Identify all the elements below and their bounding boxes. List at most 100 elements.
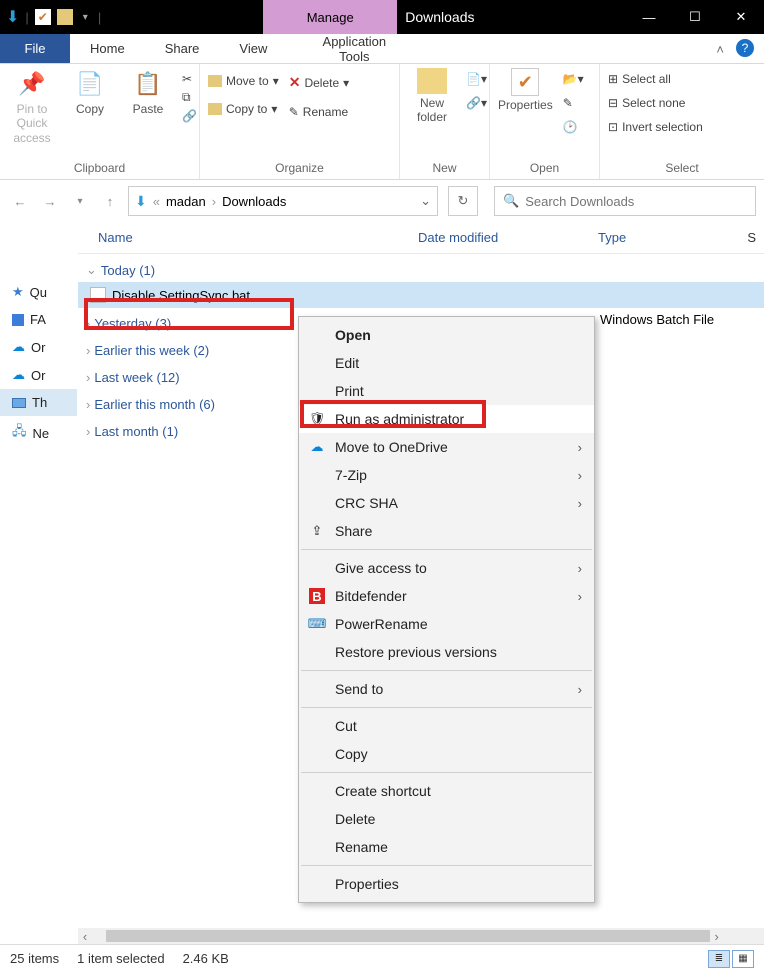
menu-give-access[interactable]: Give access to› [299,554,594,582]
navigation-pane: ★Qu FA ☁Or ☁Or Th 🖧Ne [0,222,78,926]
menu-properties[interactable]: Properties [299,870,594,898]
help-icon[interactable]: ? [736,39,754,57]
checkmark-icon[interactable]: ✔ [35,9,51,25]
delete-label: Delete [304,76,339,90]
menu-create-shortcut[interactable]: Create shortcut [299,777,594,805]
menu-cut[interactable]: Cut [299,712,594,740]
paste-button[interactable]: 📋 Paste [124,68,172,116]
folder-icon [208,103,222,115]
menu-share[interactable]: ⇪Share [299,517,594,545]
group-today[interactable]: ⌄Today (1) [78,254,764,282]
invert-selection-button[interactable]: ⊡Invert selection [608,120,703,134]
manage-tab[interactable]: Manage [263,0,397,34]
navigation-row: ← → ▾ ↑ ⬇ « madan › Downloads ⌄ ↻ 🔍 [0,180,764,222]
select-all-button[interactable]: ⊞Select all [608,72,703,86]
move-to-label: Move to [226,74,269,88]
search-box[interactable]: 🔍 [494,186,756,216]
sidebar-item-quick-access[interactable]: ★Qu [0,278,77,306]
breadcrumb-segment[interactable]: Downloads [222,194,286,209]
delete-button[interactable]: ✕Delete▾ [289,74,349,91]
address-dropdown-icon[interactable]: ⌄ [420,193,431,209]
menu-restore-versions[interactable]: Restore previous versions [299,638,594,666]
history-dropdown[interactable]: ▾ [68,189,92,213]
column-date[interactable]: Date modified [418,230,598,245]
select-all-icon: ⊞ [608,72,618,86]
sidebar-item-onedrive2[interactable]: ☁Or [0,361,77,389]
submenu-arrow-icon: › [578,589,582,604]
sidebar-item-onedrive[interactable]: ☁Or [0,333,77,361]
properties-button[interactable]: ✔ Properties [498,68,553,112]
share-tab[interactable]: Share [145,34,220,63]
file-type-cell: Windows Batch File [600,312,714,327]
scroll-left-icon[interactable]: ‹ [78,929,92,944]
menu-open[interactable]: Open [299,321,594,349]
new-folder-button[interactable]: New folder [408,68,456,125]
paste-shortcut-icon[interactable]: 🔗 [182,109,197,123]
sidebar-item-network[interactable]: 🖧Ne [0,416,77,450]
group-label: Earlier this month (6) [94,397,215,412]
menu-copy[interactable]: Copy [299,740,594,768]
application-tools-tab[interactable]: Application Tools [287,34,421,63]
sidebar-item-this-pc[interactable]: Th [0,389,77,416]
quick-access-arrow-icon[interactable]: ⬇ [6,7,19,27]
forward-button[interactable]: → [38,189,62,213]
minimize-button[interactable]: — [626,0,672,34]
rename-button[interactable]: ✎Rename [289,105,349,119]
copy-label: Copy [76,102,104,116]
cut-icon[interactable]: ✂ [182,72,197,86]
folder-icon[interactable] [57,9,73,25]
move-to-button[interactable]: Move to▾ [208,74,279,88]
easy-access-icon[interactable]: 🔗▾ [466,96,487,110]
copy-button[interactable]: 📄 Copy [66,68,114,116]
menu-delete[interactable]: Delete [299,805,594,833]
menu-crc-sha[interactable]: CRC SHA› [299,489,594,517]
select-group-label: Select [608,161,756,177]
menu-rename[interactable]: Rename [299,833,594,861]
delete-icon: ✕ [289,74,301,91]
cloud-icon: ☁ [12,339,25,355]
pin-quick-access-button[interactable]: 📌 Pin to Quick access [8,68,56,145]
address-bar[interactable]: ⬇ « madan › Downloads ⌄ [128,186,438,216]
copy-to-button[interactable]: Copy to▾ [208,102,279,116]
home-tab[interactable]: Home [70,34,145,63]
menu-send-to[interactable]: Send to› [299,675,594,703]
scroll-thumb[interactable] [106,930,710,942]
status-size: 2.46 KB [183,951,229,966]
highlight-box-file [84,298,294,330]
sidebar-item-label: Th [32,395,47,410]
thumbnails-view-button[interactable]: ▦ [732,950,754,968]
file-menu[interactable]: File [0,34,70,63]
caret-down-icon[interactable]: ▾ [79,12,92,23]
paste-icon: 📋 [132,68,164,100]
up-button[interactable]: ↑ [98,189,122,213]
view-tab[interactable]: View [219,34,287,63]
maximize-button[interactable]: ☐ [672,0,718,34]
column-size[interactable]: S [744,230,764,245]
new-item-icon[interactable]: 📄▾ [466,72,487,86]
copy-path-icon[interactable]: ⧉ [182,90,197,105]
menu-7zip[interactable]: 7-Zip› [299,461,594,489]
menu-bitdefender[interactable]: BBitdefender› [299,582,594,610]
breadcrumb-segment[interactable]: madan [166,194,206,209]
select-none-button[interactable]: ⊟Select none [608,96,703,110]
column-type[interactable]: Type [598,230,744,245]
open-icon[interactable]: 📂▾ [563,72,584,86]
collapse-ribbon-icon[interactable]: ˄ [716,42,724,57]
organize-group-label: Organize [208,161,391,177]
column-name[interactable]: Name [98,230,418,245]
column-headers[interactable]: Name Date modified Type S [78,222,764,254]
search-input[interactable] [525,194,747,209]
details-view-button[interactable]: ≣ [708,950,730,968]
new-folder-label: New folder [408,96,456,125]
menu-powerrename[interactable]: ⌨PowerRename [299,610,594,638]
horizontal-scrollbar[interactable]: ‹ › [78,928,764,944]
history-icon[interactable]: 🕑 [563,120,584,134]
menu-edit[interactable]: Edit [299,349,594,377]
edit-icon[interactable]: ✎ [563,96,584,110]
close-button[interactable]: ✕ [718,0,764,34]
refresh-button[interactable]: ↻ [448,186,478,216]
scroll-right-icon[interactable]: › [710,929,724,944]
menu-move-onedrive[interactable]: ☁Move to OneDrive› [299,433,594,461]
back-button[interactable]: ← [8,189,32,213]
sidebar-item-favorites[interactable]: FA [0,306,77,333]
